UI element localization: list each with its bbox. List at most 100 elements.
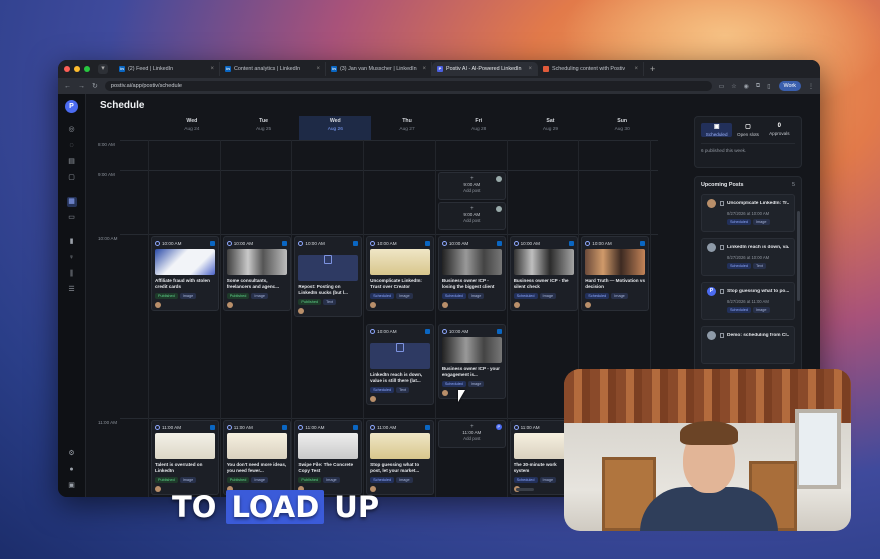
post-card[interactable]: 10:00 AM Repost: Posting on LinkedIn suck… xyxy=(294,236,363,317)
add-post-slot[interactable]: +9:00 AM Add post xyxy=(437,202,506,230)
forward-icon[interactable]: → xyxy=(78,83,85,90)
app-logo[interactable]: P xyxy=(65,100,78,113)
close-tab-icon[interactable]: × xyxy=(316,66,320,72)
file-icon[interactable]: ▢ xyxy=(67,173,77,183)
postiv-icon: P xyxy=(437,66,443,72)
post-card[interactable]: 11:00 AM Talent is overrated on LinkedIn P… xyxy=(151,420,219,495)
clock-icon xyxy=(155,424,160,430)
user-icon[interactable]: ● xyxy=(67,465,77,475)
post-card[interactable]: 10:00 AM Affiliate fraud with stolen cred… xyxy=(151,236,219,311)
type-badge: Text xyxy=(752,263,766,269)
card-header: 11:00 AM xyxy=(155,423,215,431)
bookmark-star-icon[interactable]: ☆ xyxy=(731,83,736,90)
library-icon[interactable]: ∥ xyxy=(67,269,77,279)
tab-postiv-ai[interactable]: P Postiv AI - AI-Powered LinkedIn × xyxy=(432,62,538,76)
stat-scheduled-tab[interactable]: ▣ Scheduled xyxy=(701,123,733,137)
stat-approvals-tab[interactable]: 0 Approvals xyxy=(764,123,795,137)
upcoming-post-item[interactable]: P Stop guessing what to po... 8/27/2026 at… xyxy=(701,282,795,320)
post-card[interactable]: 10:00 AM Some consultants, freelancers an… xyxy=(222,236,291,311)
status-badge: Scheduled xyxy=(370,293,395,299)
tab-scheduling-content[interactable]: Scheduling content with Postiv × xyxy=(538,62,644,76)
card-time: 10:00 AM xyxy=(448,328,469,334)
close-tab-icon[interactable]: × xyxy=(528,66,532,72)
post-card[interactable]: 11:00 AM You don't need more ideas, you n… xyxy=(222,420,291,495)
day-header-1[interactable]: Tue Aug 25 xyxy=(228,116,300,140)
day-header-0[interactable]: Wed Aug 24 xyxy=(156,116,228,140)
card-tags: Scheduled Image xyxy=(585,293,645,299)
linkedin-icon xyxy=(425,424,431,430)
tab-linkedin-profile[interactable]: in (3) Jan van Musscher | LinkedIn × xyxy=(326,62,432,76)
upcoming-post-item[interactable]: Uncomplicate LinkedIn: Tr... 8/27/2026 at… xyxy=(701,194,795,232)
close-tab-icon[interactable]: × xyxy=(422,66,426,72)
card-header: 10:00 AM xyxy=(441,327,502,335)
tab-linkedin-feed[interactable]: in (2) Feed | LinkedIn × xyxy=(114,62,220,76)
sidepanel-icon[interactable]: ▯ xyxy=(767,83,770,90)
post-card[interactable]: 10:00 AM Uncomplicate LinkedIn: Trust ove… xyxy=(366,236,435,311)
close-tab-icon[interactable]: × xyxy=(634,66,638,72)
add-post-slot[interactable]: +9:00 AM Add post xyxy=(437,172,506,200)
extension-icon[interactable]: ◉ xyxy=(744,83,749,90)
clock-icon xyxy=(370,328,376,334)
video-caption: TO LOAD UP xyxy=(172,489,389,525)
card-tags: Scheduled Image xyxy=(370,477,430,483)
settings-icon[interactable]: ⚙ xyxy=(67,449,77,459)
cast-icon[interactable]: ▭ xyxy=(719,83,725,90)
close-window-button[interactable] xyxy=(64,66,70,72)
upcoming-post-item[interactable]: LinkedIn reach is down, va... 8/27/2026 a… xyxy=(701,238,795,276)
add-post-slot[interactable]: +11:00 AM Add post P xyxy=(437,420,506,448)
sliders-icon[interactable]: ☰ xyxy=(67,285,77,295)
back-icon[interactable]: ← xyxy=(64,83,71,90)
type-badge: Image xyxy=(539,477,557,483)
post-card[interactable]: 10:00 AM Hard Truth — Motivation vs decis… xyxy=(581,236,650,311)
message-icon[interactable]: ▭ xyxy=(67,213,77,223)
document-icon[interactable]: ▤ xyxy=(67,157,77,167)
lock-icon[interactable]: ▣ xyxy=(67,481,77,491)
avatar xyxy=(707,243,716,252)
post-card[interactable]: 10:00 AM Business owner ICP - losing the … xyxy=(437,236,506,311)
url-input[interactable]: postiv.ai/app/postiv/schedule xyxy=(104,81,712,91)
tab-menu-icon[interactable]: ▾ xyxy=(98,64,108,74)
post-card[interactable]: 11:00 AM Swipe File: The Concrete Copy Te… xyxy=(294,420,363,495)
chat-icon[interactable]: ◌ xyxy=(67,141,77,151)
post-card[interactable]: 10:00 AM Business owner ICP - your engage… xyxy=(437,324,506,399)
post-thumbnail xyxy=(298,433,359,459)
card-tags: Scheduled Image xyxy=(441,381,502,387)
day-header-6[interactable]: Sun Aug 30 xyxy=(586,116,658,140)
day-date: Aug 26 xyxy=(327,127,343,132)
day-header-2[interactable]: Wed Aug 26 xyxy=(299,116,372,140)
new-tab-icon[interactable]: + xyxy=(650,64,655,74)
reload-icon[interactable]: ↻ xyxy=(92,82,98,90)
maximize-window-button[interactable] xyxy=(84,66,90,72)
profile-button[interactable]: Work xyxy=(778,81,801,91)
linkedin-icon xyxy=(568,240,574,246)
puzzle-icon[interactable]: ⧉ xyxy=(756,83,760,90)
post-card[interactable]: 11:00 AM Stop guessing what to post, let … xyxy=(366,420,435,495)
upcoming-post-item[interactable]: Demo: scheduling from Cl... xyxy=(701,326,795,364)
lightbulb-icon[interactable]: ♀ xyxy=(67,253,77,263)
tab-content-analytics[interactable]: in Content analytics | LinkedIn × xyxy=(220,62,326,76)
clock-icon xyxy=(513,240,519,246)
more-icon[interactable]: ⋮ xyxy=(808,83,814,90)
dashboard-icon[interactable]: ◎ xyxy=(67,125,77,135)
post-card[interactable]: 10:00 AM LinkedIn reach is down, value is… xyxy=(366,324,435,405)
day-header-3[interactable]: Thu Aug 27 xyxy=(371,116,443,140)
horizontal-scrollbar[interactable] xyxy=(516,488,534,491)
card-tags: Published Image xyxy=(226,293,287,299)
minimize-window-button[interactable] xyxy=(74,66,80,72)
post-thumbnail xyxy=(370,433,431,459)
close-tab-icon[interactable]: × xyxy=(210,66,214,72)
clock-icon xyxy=(226,424,232,430)
card-time: 11:00 AM xyxy=(377,424,397,430)
calendar-icon[interactable]: ▦ xyxy=(66,197,77,207)
chart-icon[interactable]: ▮ xyxy=(67,237,77,247)
card-tags: Published Image xyxy=(155,477,215,483)
post-card[interactable]: 10:00 AM Business owner ICP - the silent … xyxy=(509,236,578,311)
linkedin-icon xyxy=(210,424,215,430)
card-header: 10:00 AM xyxy=(585,239,646,247)
day-header-5[interactable]: Sat Aug 29 xyxy=(515,116,587,140)
card-title: Business owner ICP - the silent check xyxy=(513,278,569,289)
stat-open-slots-tab[interactable]: ▢ Open slots xyxy=(732,123,763,137)
add-post-label: Add post xyxy=(463,436,481,441)
right-panel-scrollbar[interactable] xyxy=(797,211,800,301)
day-header-4[interactable]: Fri Aug 28 xyxy=(443,116,515,140)
